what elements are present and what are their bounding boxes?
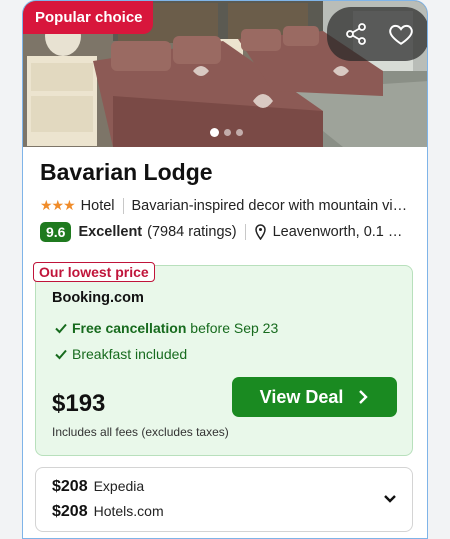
score-badge: 9.6 (40, 222, 72, 242)
location-pin-icon (254, 224, 266, 240)
hotel-photo[interactable]: Popular choice (23, 1, 427, 147)
lowest-price-tag: Our lowest price (33, 262, 155, 282)
other-prices-panel[interactable]: $208 Expedia $208 Hotels.com (35, 467, 413, 532)
share-icon[interactable] (339, 17, 373, 51)
other-price: $208 (52, 503, 88, 520)
divider (244, 224, 246, 240)
check-icon (55, 323, 67, 334)
carousel-dot[interactable] (223, 129, 231, 136)
hotel-type: Hotel (80, 197, 115, 214)
other-price-row: $208 Expedia (52, 478, 144, 496)
star-rating-icon: ★★★ (40, 197, 76, 213)
hotel-name[interactable]: Bavarian Lodge (40, 159, 213, 186)
fees-note: Includes all fees (excludes taxes) (52, 425, 229, 439)
hotel-card[interactable]: Popular choice Bavarian Lodge ★★★ Hotel (22, 0, 428, 539)
rating-label: Excellent (78, 224, 143, 240)
free-cancellation-label: Free cancellation (72, 320, 187, 336)
hotel-description: Bavarian-inspired decor with mountain vi… (131, 197, 408, 214)
divider (122, 197, 124, 214)
cancellation-deadline: before Sep 23 (190, 320, 279, 336)
hotel-location: Leavenworth, 0.1 … (272, 224, 403, 240)
other-price: $208 (52, 478, 88, 495)
view-deal-button[interactable]: View Deal (232, 377, 397, 417)
best-deal-panel[interactable]: Booking.com Free cancellation before Sep… (35, 265, 413, 456)
photo-actions (327, 7, 427, 61)
free-cancellation-feature: Free cancellation before Sep 23 (54, 320, 278, 336)
breakfast-label: Breakfast included (72, 346, 188, 362)
deal-price: $193 (52, 390, 106, 417)
other-provider: Hotels.com (93, 503, 164, 519)
popular-choice-badge: Popular choice (23, 1, 153, 34)
hotel-rating-row: 9.6 Excellent (7984 ratings) Leavenworth… (40, 222, 420, 242)
rating-count[interactable]: (7984 ratings) (147, 224, 236, 240)
view-deal-label: View Deal (259, 386, 344, 407)
carousel-dot[interactable] (235, 129, 243, 136)
other-price-row: $208 Hotels.com (52, 503, 164, 521)
chevron-down-icon[interactable] (382, 490, 398, 506)
carousel-dot[interactable] (209, 128, 219, 137)
hotel-meta-row: ★★★ Hotel Bavarian-inspired decor with m… (40, 197, 420, 214)
check-icon (55, 349, 67, 360)
carousel-dots (23, 128, 427, 137)
breakfast-feature: Breakfast included (54, 346, 187, 362)
other-provider: Expedia (93, 478, 145, 494)
deal-provider: Booking.com (52, 290, 144, 306)
chevron-right-icon (359, 390, 369, 404)
heart-icon[interactable] (384, 17, 418, 51)
